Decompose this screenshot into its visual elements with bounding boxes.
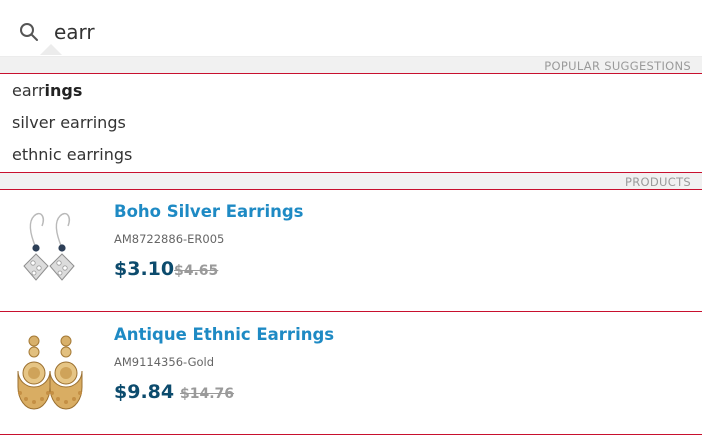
product-price: $9.84 (114, 381, 175, 403)
product-old-price: $14.76 (180, 386, 235, 402)
dropdown-caret (40, 44, 62, 55)
product-row[interactable]: Antique Ethnic Earrings AM9114356-Gold $… (0, 313, 702, 435)
popular-suggestions-header: POPULAR SUGGESTIONS (0, 56, 702, 74)
search-icon[interactable] (19, 22, 39, 42)
suggestion-item[interactable]: ethnic earrings (12, 144, 132, 166)
products-header: PRODUCTS (0, 172, 702, 190)
search-bar[interactable]: earr (0, 0, 702, 56)
gold-earrings-image[interactable] (14, 327, 86, 419)
product-row[interactable]: Boho Silver Earrings AM8722886-ER005 $3.… (0, 190, 702, 312)
product-old-price: $4.65 (174, 263, 219, 279)
product-sku: AM8722886-ER005 (114, 232, 225, 246)
silver-earrings-image[interactable] (14, 204, 86, 296)
suggestion-completion: ings (44, 81, 83, 100)
suggestion-match: earr (12, 81, 45, 100)
product-sku: AM9114356-Gold (114, 355, 215, 369)
suggestion-item[interactable]: silver earrings (12, 112, 126, 134)
product-title[interactable]: Boho Silver Earrings (114, 202, 303, 221)
search-input[interactable]: earr (54, 18, 95, 46)
product-price: $3.10 (114, 258, 175, 280)
product-title[interactable]: Antique Ethnic Earrings (114, 325, 334, 344)
suggestion-item[interactable]: earrings (12, 80, 82, 102)
